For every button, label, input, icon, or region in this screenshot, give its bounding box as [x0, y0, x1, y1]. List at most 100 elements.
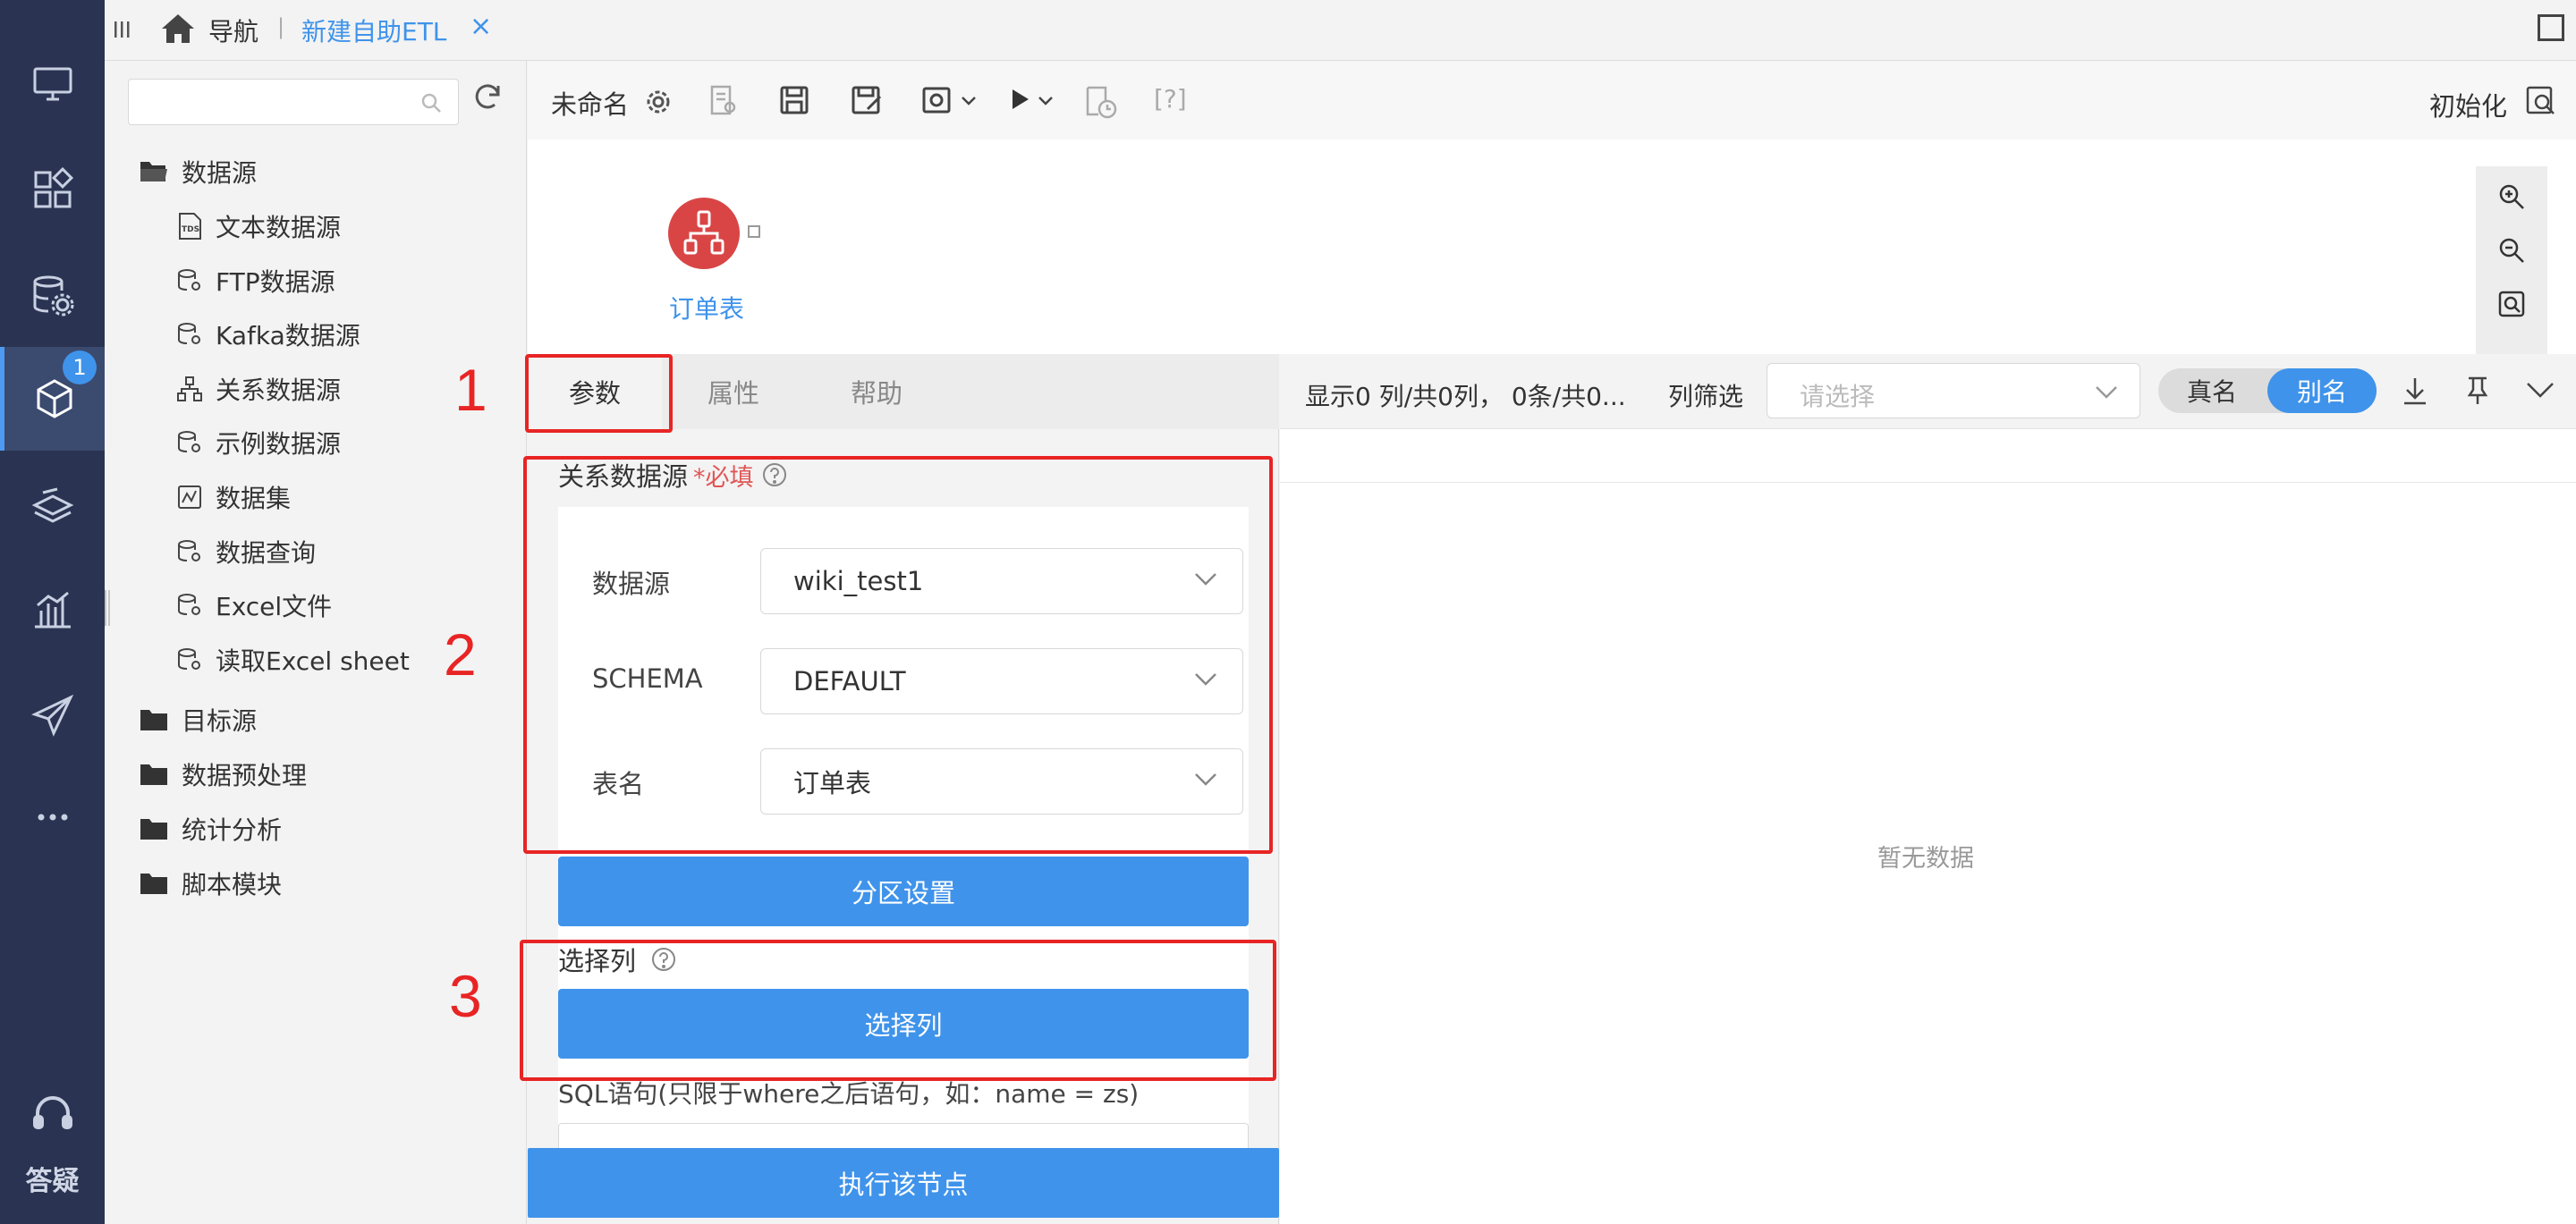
dataset-icon — [178, 485, 201, 509]
zoom-in-icon[interactable] — [2476, 170, 2547, 224]
preview-header-row — [1280, 429, 2576, 483]
home-tab-label[interactable]: 导航 — [208, 13, 258, 48]
tree-item-label: 文本数据源 — [216, 213, 342, 242]
table-node-icon[interactable] — [668, 198, 740, 269]
tree-folder-preprocess[interactable]: 数据预处理 — [139, 755, 307, 794]
node-label[interactable]: 订单表 — [669, 290, 744, 325]
tree-folder-label: 脚本模块 — [182, 870, 283, 899]
schedule-settings-icon[interactable] — [921, 84, 957, 120]
relational-db-icon — [177, 376, 202, 401]
tree-folder-statistics[interactable]: 统计分析 — [139, 809, 282, 848]
collapse-chevron-icon[interactable] — [2525, 381, 2555, 402]
tree-folder-label: 统计分析 — [182, 815, 283, 845]
chevron-down-icon[interactable] — [961, 93, 977, 110]
monitor-icon[interactable] — [0, 32, 105, 136]
tab-separator: | — [277, 14, 285, 39]
notification-badge: 1 — [63, 350, 97, 384]
preview-toolbar: 显示0 列/共0列， 0条/共0... 列筛选 请选择 真名 别名 — [1280, 354, 2576, 429]
folder-icon — [140, 874, 167, 894]
etl-toolbar: 未命名 [?] 初始化 — [528, 61, 2576, 139]
annotation-box-3 — [520, 940, 1276, 1081]
partition-settings-button[interactable]: 分区设置 — [558, 857, 1249, 926]
tds-file-icon: TDS — [179, 213, 201, 240]
annotation-box-1 — [525, 354, 673, 433]
pin-icon[interactable] — [2464, 376, 2491, 409]
flow-name[interactable]: 未命名 — [551, 84, 629, 122]
run-play-icon[interactable] — [1009, 86, 1032, 116]
tree-item-read-excel-sheet[interactable]: 读取Excel sheet — [176, 640, 410, 680]
search-icon — [421, 93, 441, 113]
save-as-icon[interactable] — [850, 84, 884, 122]
close-tab-icon[interactable]: × — [470, 11, 492, 42]
column-filter-label: 列筛选 — [1668, 382, 1744, 411]
schedule-clock-icon[interactable] — [1082, 84, 1118, 123]
preview-status-text: 显示0 列/共0列， 0条/共0... — [1305, 382, 1626, 411]
annotation-box-2 — [523, 456, 1273, 854]
tree-folder-label: 目标源 — [182, 706, 258, 736]
tree-folder-script[interactable]: 脚本模块 — [139, 864, 282, 903]
tab-bar: 导航 | 新建自助ETL × — [105, 0, 2576, 61]
more-icon[interactable] — [0, 765, 105, 869]
maximize-icon[interactable] — [2538, 14, 2564, 41]
chevron-down-icon — [2096, 386, 2117, 399]
database-gear-icon[interactable] — [0, 243, 105, 347]
tree-item-label: Excel文件 — [216, 592, 333, 621]
fit-view-icon[interactable] — [2476, 277, 2547, 331]
tree-folder-label: 数据预处理 — [182, 761, 308, 790]
node-connector-port[interactable] — [748, 225, 760, 238]
execute-node-button[interactable]: 执行该节点 — [528, 1148, 1279, 1218]
paper-plane-icon[interactable] — [0, 663, 105, 767]
empty-data-text: 暂无数据 — [1877, 845, 1974, 873]
tree-folder-datasource[interactable]: 数据源 — [139, 152, 257, 191]
toggle-alias[interactable]: 别名 — [2267, 368, 2377, 413]
folder-icon — [140, 764, 167, 785]
tree-item-label: 示例数据源 — [216, 429, 342, 459]
tree-item-dataset[interactable]: 数据集 — [176, 477, 291, 517]
folder-icon — [140, 819, 167, 840]
tree-item-sample-datasource[interactable]: 示例数据源 — [176, 423, 341, 462]
tree-item-kafka-datasource[interactable]: Kafka数据源 — [176, 315, 360, 354]
svg-text:TDS: TDS — [182, 225, 199, 234]
etl-canvas[interactable]: 订单表 — [528, 139, 2576, 354]
menu-toggle-icon[interactable] — [114, 20, 131, 43]
left-nav: 1 答疑 — [0, 0, 105, 1224]
dashboard-icon[interactable] — [0, 138, 105, 241]
refresh-icon[interactable] — [471, 80, 504, 116]
tree-folder-target[interactable]: 目标源 — [139, 700, 257, 739]
save-icon[interactable] — [778, 84, 810, 120]
tree-item-text-datasource[interactable]: TDS 文本数据源 — [176, 207, 341, 246]
chevron-down-icon[interactable] — [1038, 93, 1054, 110]
tree-folder-label: 数据源 — [182, 158, 258, 188]
data-preview-panel: 显示0 列/共0列， 0条/共0... 列筛选 请选择 真名 别名 暂无数据 — [1280, 354, 2576, 1224]
download-icon[interactable] — [2402, 376, 2428, 409]
tree-item-relational-datasource[interactable]: 关系数据源 — [176, 369, 341, 409]
zoom-out-icon[interactable] — [2476, 224, 2547, 277]
tree-item-excel-file[interactable]: Excel文件 — [176, 586, 332, 625]
help-bracket-icon[interactable]: [?] — [1154, 84, 1187, 114]
help-label[interactable]: 答疑 — [0, 1159, 105, 1198]
tree-item-label: 关系数据源 — [216, 376, 342, 405]
annotation-number-2: 2 — [444, 621, 477, 688]
tree-search-input[interactable] — [128, 79, 459, 125]
name-alias-toggle[interactable]: 真名 别名 — [2158, 368, 2377, 413]
active-tab-label[interactable]: 新建自助ETL — [301, 13, 446, 48]
panel-resize-handle[interactable] — [105, 590, 110, 626]
tab-properties[interactable]: 属性 — [662, 354, 805, 429]
init-button[interactable]: 初始化 — [2429, 86, 2507, 123]
database-icon — [178, 431, 200, 452]
tab-help[interactable]: 帮助 — [805, 354, 948, 429]
settings-gear-icon[interactable] — [644, 88, 673, 120]
bar-chart-icon[interactable] — [0, 558, 105, 662]
layers-icon[interactable] — [0, 454, 105, 558]
tree-item-data-query[interactable]: 数据查询 — [176, 532, 316, 571]
database-icon — [178, 648, 200, 670]
column-filter-select[interactable]: 请选择 — [1767, 363, 2140, 418]
preview-search-icon[interactable] — [2524, 84, 2556, 120]
tree-item-ftp-datasource[interactable]: FTP数据源 — [176, 261, 335, 300]
home-icon[interactable] — [160, 13, 196, 48]
tree-item-label: FTP数据源 — [216, 267, 335, 297]
toggle-real-name[interactable]: 真名 — [2158, 368, 2266, 413]
properties-doc-icon[interactable] — [707, 84, 739, 120]
headset-icon[interactable] — [0, 1069, 105, 1159]
database-icon — [178, 594, 200, 615]
